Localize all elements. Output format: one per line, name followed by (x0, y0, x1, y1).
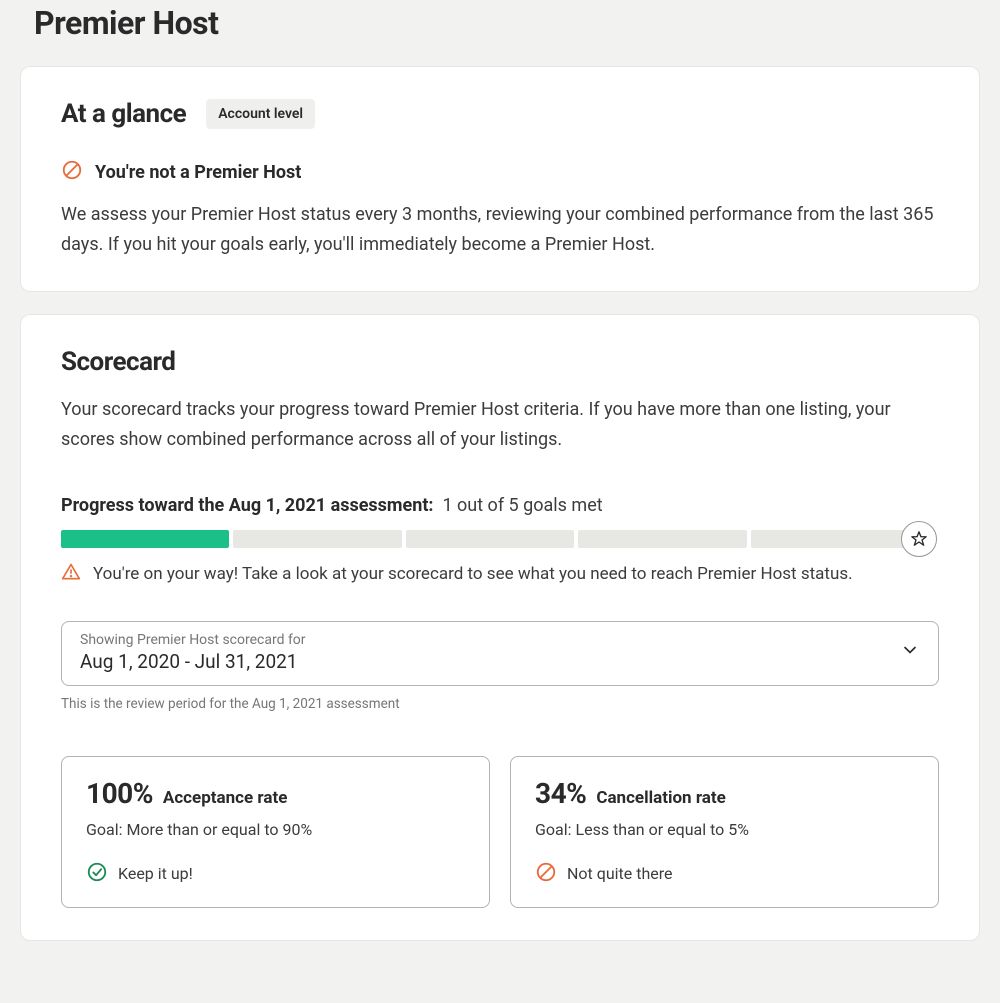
not-premier-icon (61, 159, 83, 186)
at-a-glance-heading: At a glance (61, 99, 186, 129)
acceptance-value: 100% (86, 777, 153, 810)
at-a-glance-card: At a glance Account level You're not a P… (20, 66, 980, 292)
scorecard-card: Scorecard Your scorecard tracks your pro… (20, 314, 980, 940)
premier-host-status-row: You're not a Premier Host (61, 159, 939, 186)
progress-segment (61, 530, 229, 548)
page-title: Premier Host (34, 4, 980, 42)
period-selector[interactable]: Showing Premier Host scorecard for Aug 1… (61, 621, 939, 686)
progress-segment (578, 530, 746, 548)
account-level-badge: Account level (206, 99, 315, 129)
at-a-glance-description: We assess your Premier Host status every… (61, 200, 939, 259)
cancellation-goal: Goal: Less than or equal to 5% (535, 820, 914, 839)
metrics-row: 100% Acceptance rate Goal: More than or … (61, 756, 939, 908)
cancellation-status-row: Not quite there (535, 861, 914, 887)
period-helper-text: This is the review period for the Aug 1,… (61, 696, 939, 712)
acceptance-status-text: Keep it up! (118, 864, 193, 883)
acceptance-label: Acceptance rate (163, 788, 288, 808)
progress-segment (751, 530, 919, 548)
cancellation-status-text: Not quite there (567, 864, 673, 883)
period-selector-value: Aug 1, 2020 - Jul 31, 2021 (80, 650, 306, 673)
progress-message-text: You're on your way! Take a look at your … (93, 564, 853, 584)
acceptance-status-row: Keep it up! (86, 861, 465, 887)
scorecard-description: Your scorecard tracks your progress towa… (61, 395, 939, 454)
progress-label: Progress toward the Aug 1, 2021 assessme… (61, 495, 939, 516)
scorecard-heading: Scorecard (61, 347, 939, 377)
at-a-glance-header: At a glance Account level (61, 99, 939, 129)
star-goal-icon (901, 521, 937, 557)
premier-host-status-text: You're not a Premier Host (95, 162, 301, 183)
cancellation-label: Cancellation rate (596, 788, 725, 808)
metric-card-acceptance: 100% Acceptance rate Goal: More than or … (61, 756, 490, 908)
progress-bar-wrap (61, 530, 919, 548)
blocked-circle-icon (535, 861, 557, 887)
cancellation-value: 34% (535, 777, 586, 810)
period-selector-label: Showing Premier Host scorecard for (80, 632, 306, 648)
acceptance-goal: Goal: More than or equal to 90% (86, 820, 465, 839)
progress-segment (233, 530, 401, 548)
progress-bar (61, 530, 919, 548)
progress-label-bold: Progress toward the Aug 1, 2021 assessme… (61, 495, 434, 516)
progress-label-value: 1 out of 5 goals met (442, 495, 602, 516)
check-circle-icon (86, 861, 108, 887)
chevron-down-icon (900, 640, 920, 664)
progress-segment (406, 530, 574, 548)
warning-icon (61, 562, 81, 587)
metric-card-cancellation: 34% Cancellation rate Goal: Less than or… (510, 756, 939, 908)
progress-message-row: You're on your way! Take a look at your … (61, 562, 939, 587)
